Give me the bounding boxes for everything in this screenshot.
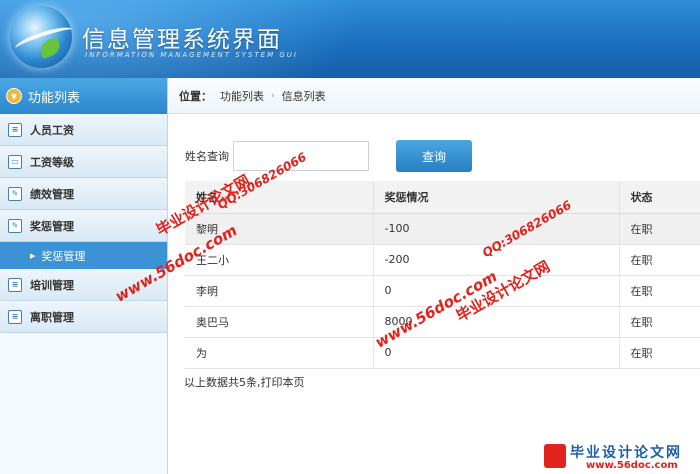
search-bar: 姓名查询 查询 (185, 140, 472, 172)
table-footer: 以上数据共5条,打印本页 (184, 376, 305, 389)
list-icon: ≡ (8, 277, 22, 292)
table-row[interactable]: 王二小 -200 在职 (185, 244, 700, 276)
badge-logo-icon (544, 444, 566, 468)
table-row[interactable]: 为 0 在职 (185, 337, 700, 369)
sidebar-item-label: 工资等级 (30, 155, 74, 169)
sidebar-subitem-label: 奖惩管理 (41, 249, 86, 263)
app-header: 信息管理系统界面 INFORMATION MANAGEMENT SYSTEM G… (0, 0, 700, 78)
edit-icon: ✎ (8, 186, 22, 201)
breadcrumb: 位置： 功能列表 › 信息列表 (169, 78, 700, 114)
edit-icon: ✎ (8, 218, 22, 233)
sidebar-item-resignation[interactable]: ≡ 离职管理 (0, 301, 167, 333)
sidebar-subitem-rewards[interactable]: ▶ 奖惩管理 (0, 242, 167, 269)
column-header-status[interactable]: 状态 (619, 181, 700, 214)
sidebar-item-salary[interactable]: ≡ 人员工资 (0, 114, 167, 146)
sidebar-item-label: 培训管理 (30, 278, 74, 292)
sidebar-item-label: 绩效管理 (30, 187, 74, 201)
table-cell: 李明 (185, 275, 374, 307)
column-header-reward[interactable]: 奖惩情况 (373, 181, 620, 214)
app-title: 信息管理系统界面 (82, 27, 282, 53)
table-cell: 奥巴马 (185, 306, 374, 338)
search-label: 姓名查询 (185, 150, 229, 163)
badge-title: 毕业设计论文网 (570, 445, 682, 461)
table-cell: 为 (185, 337, 374, 369)
table-cell: 在职 (619, 244, 700, 276)
sidebar-item-salary-grade[interactable]: ▭ 工资等级 (0, 146, 167, 178)
table-cell: 在职 (619, 306, 700, 338)
sidebar-item-rewards[interactable]: ✎ 奖惩管理 (0, 210, 167, 242)
table-cell: 在职 (619, 213, 700, 245)
sidebar-item-label: 奖惩管理 (30, 219, 74, 233)
main-content: 位置： 功能列表 › 信息列表 姓名查询 查询 姓名 ▽ 奖惩情况 状态 黎明 -… (169, 78, 700, 474)
site-badge: 毕业设计论文网 www.56doc.com (542, 440, 700, 474)
app-subtitle: INFORMATION MANAGEMENT SYSTEM GUI (85, 51, 298, 59)
list-icon: ≡ (8, 309, 22, 324)
caret-right-icon: ▶ (30, 251, 36, 260)
breadcrumb-item[interactable]: 功能列表 (220, 88, 264, 104)
sidebar-header[interactable]: ▼ 功能列表 (0, 78, 167, 114)
sidebar-item-label: 离职管理 (30, 310, 74, 324)
table-row[interactable]: 黎明 -100 在职 (185, 213, 700, 245)
globe-logo-icon (10, 6, 75, 68)
search-button[interactable]: 查询 (396, 140, 472, 172)
message-icon: ▭ (8, 154, 22, 169)
list-icon: ≡ (8, 122, 22, 137)
chevron-down-icon: ▼ (6, 88, 22, 104)
sidebar-title: 功能列表 (28, 90, 81, 106)
breadcrumb-label: 位置： (179, 89, 212, 103)
breadcrumb-item[interactable]: 信息列表 (282, 88, 326, 104)
table-cell: 0 (373, 337, 620, 369)
chevron-right-icon: › (271, 90, 275, 101)
sidebar-item-label: 人员工资 (30, 123, 74, 137)
data-table: 姓名 ▽ 奖惩情况 状态 黎明 -100 在职 王二小 -200 在职 李明 0 … (185, 181, 700, 369)
badge-url: www.56doc.com (586, 460, 678, 471)
table-cell: 在职 (619, 275, 700, 307)
sidebar-item-performance[interactable]: ✎ 绩效管理 (0, 178, 167, 210)
table-cell: 在职 (619, 337, 700, 369)
